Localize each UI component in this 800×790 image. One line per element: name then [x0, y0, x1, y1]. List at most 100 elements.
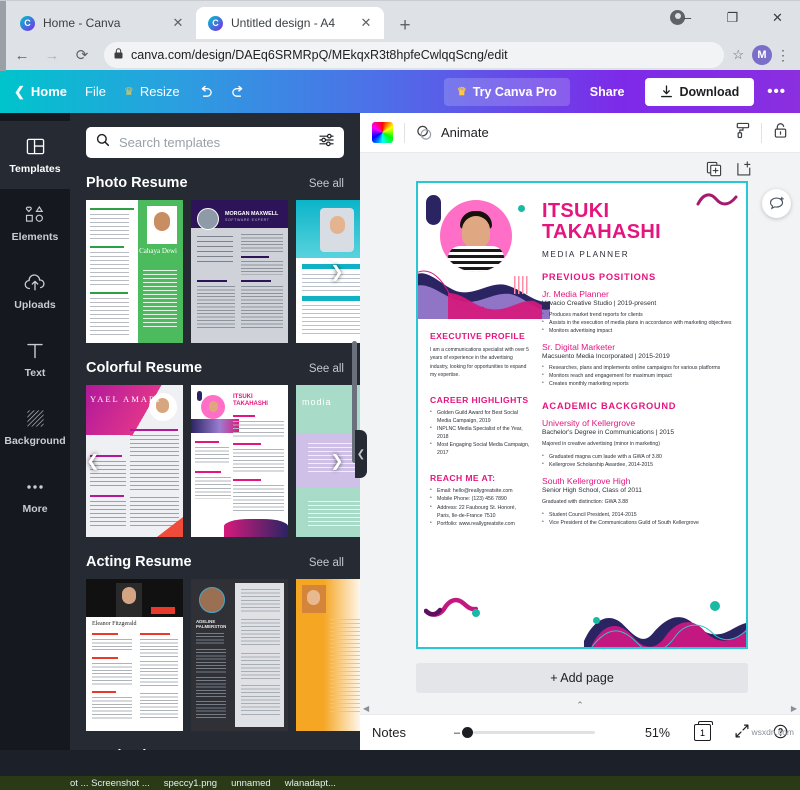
editor-toolbar: Animate [360, 113, 800, 153]
resume-main-column: ITSUKI TAKAHASHI MEDIA PLANNER PREVIOUS … [542, 201, 734, 527]
browser-tab-home[interactable]: C Home - Canva ✕ [8, 7, 196, 39]
sidebar-item-text[interactable]: Text [0, 325, 70, 393]
redo-button[interactable] [231, 84, 246, 99]
school-bullets: Graduated magna cum laude with a GWA of … [542, 453, 734, 469]
duplicate-page-icon[interactable] [706, 161, 722, 182]
redo-icon [231, 84, 246, 99]
template-thumbnail[interactable]: MORGAN MAXWELL SOFTWARE EXPERT [191, 200, 288, 343]
zoom-slider-knob[interactable] [462, 727, 473, 738]
section-title: Acting Resume [86, 554, 192, 570]
search-box[interactable] [86, 127, 344, 158]
filter-icon[interactable] [319, 133, 334, 152]
zoom-out-button[interactable]: – [454, 727, 460, 739]
school-bullet: Kellergrove Scholarship Awardee, 2014-20… [542, 461, 734, 469]
thumbnail-row: YAEL AMARI ❮ [86, 385, 344, 537]
window-close-button[interactable]: ✕ [755, 1, 800, 35]
try-canva-pro-button[interactable]: ♛ Try Canva Pro [444, 78, 570, 106]
canvas-area[interactable]: ITSUKI TAKAHASHI MEDIA PLANNER PREVIOUS … [360, 153, 800, 702]
animate-button[interactable]: Animate [416, 125, 489, 141]
scroll-left-arrow[interactable]: ◀ [363, 704, 369, 713]
workspace: Templates Elements Uploads Text Backgrou… [0, 113, 800, 750]
zoom-slider[interactable]: – [454, 727, 595, 739]
page-count-button[interactable]: 1 [694, 724, 711, 741]
career-highlight-list: Golden Guild Award for Best Social Media… [430, 409, 530, 457]
add-page-icon[interactable] [736, 161, 752, 182]
resume-side-column: EXECUTIVE PROFILE I am a communications … [430, 331, 530, 528]
school-bullet: Vice President of the Communications Gui… [542, 519, 734, 527]
scroll-right-arrow[interactable]: ▶ [791, 704, 797, 713]
striped-shirt-shape [448, 246, 504, 272]
reload-icon[interactable]: ⟳ [68, 46, 96, 64]
minimize-button[interactable]: – [665, 1, 710, 35]
panel-collapse-handle[interactable]: ❮ [355, 430, 367, 478]
sidebar-item-templates[interactable]: Templates [0, 121, 70, 189]
address-bar[interactable]: canva.com/design/DAEq6SRMRpQ/MEkqxR3t8hp… [104, 42, 724, 68]
lock-icon[interactable] [773, 122, 788, 144]
sidebar-item-more[interactable]: More [0, 461, 70, 529]
see-all-link[interactable]: See all [309, 557, 344, 569]
sidebar-item-uploads[interactable]: Uploads [0, 257, 70, 325]
template-thumbnail[interactable]: Cahaya Dewi [86, 200, 183, 343]
fullscreen-icon[interactable] [735, 724, 749, 741]
avatar[interactable]: M [752, 45, 772, 65]
design-canvas-page[interactable]: ITSUKI TAKAHASHI MEDIA PLANNER PREVIOUS … [416, 181, 748, 649]
taskbar-item[interactable]: wlanadapt... [285, 778, 336, 789]
canva-favicon-icon: C [20, 16, 35, 31]
new-tab-button[interactable]: + [392, 16, 418, 35]
section-acting-resume: Acting Resume See all Eleanor Fitzgerald [70, 554, 360, 731]
see-all-link[interactable]: See all [309, 178, 344, 190]
file-menu-button[interactable]: File [85, 84, 106, 99]
bookmark-star-icon[interactable]: ☆ [732, 47, 744, 63]
forward-icon[interactable]: → [38, 47, 66, 64]
comment-icon[interactable] [762, 189, 791, 218]
template-thumbnail[interactable]: Eleanor Fitzgerald [86, 579, 183, 731]
taskbar-item[interactable]: speccy1.png [164, 778, 217, 789]
try-pro-label: Try Canva Pro [473, 85, 557, 99]
job-bullet: Monitors advertising impact [542, 327, 734, 335]
template-name: Eleanor Fitzgerald [92, 621, 136, 627]
zoom-level[interactable]: 51% [645, 726, 670, 740]
paint-roller-icon[interactable] [734, 122, 750, 144]
home-button[interactable]: ❮ Home [14, 84, 67, 100]
taskbar-item[interactable]: ot ... Screenshot ... [70, 778, 150, 789]
school-note: Graduated with distinction: GWA 3.88 [542, 499, 734, 507]
template-thumbnail[interactable]: ❯ [296, 579, 360, 731]
prev-templates-arrow[interactable]: ❮ [86, 450, 104, 472]
see-all-link[interactable]: See all [309, 363, 344, 375]
contact-item: Mobile Phone: (123) 456 7890 [430, 495, 530, 503]
more-options-button[interactable]: ••• [761, 79, 792, 104]
undo-button[interactable] [198, 84, 213, 99]
download-button[interactable]: Download [645, 78, 755, 106]
template-thumbnail[interactable]: ADELINE PALMERSTON [191, 579, 288, 731]
bottom-bar: Notes – 51% 1 wsxdn.com [360, 714, 800, 750]
toolbar-divider [761, 123, 762, 143]
search-input[interactable] [119, 135, 310, 150]
next-templates-arrow[interactable]: ❯ [326, 261, 348, 283]
share-button[interactable]: Share [577, 78, 638, 106]
browser-tab-untitled-design[interactable]: C Untitled design - A4 ✕ [196, 7, 384, 39]
crown-icon: ♛ [457, 85, 467, 98]
career-highlight-item: Most Engaging Social Media Campaign, 201… [430, 441, 530, 457]
job-bullet: Assists in the execution of media plans … [542, 319, 734, 327]
home-label: Home [31, 84, 67, 99]
notes-button[interactable]: Notes [372, 725, 406, 740]
close-icon[interactable]: ✕ [170, 15, 186, 31]
add-page-button[interactable]: + Add page [416, 663, 748, 693]
maximize-button[interactable]: ❐ [710, 1, 755, 35]
resize-button[interactable]: ♛ Resize [124, 84, 180, 99]
notes-pull-handle[interactable]: ⌃ [544, 700, 616, 712]
horizontal-scrollbar[interactable]: ◀ ⌃ ▶ [360, 702, 800, 714]
close-icon[interactable]: ✕ [358, 15, 374, 31]
next-templates-arrow[interactable]: ❯ [326, 450, 348, 472]
contact-item: Portfolio: www.reallygreatsite.com [430, 520, 530, 528]
thumbnail-row: Cahaya Dewi MORGAN MAXWELL SOFTWARE EXPE… [86, 200, 344, 343]
back-icon[interactable]: ← [8, 47, 36, 64]
sidebar-item-background[interactable]: Background [0, 393, 70, 461]
sidebar-item-elements[interactable]: Elements [0, 189, 70, 257]
zoom-slider-rail[interactable] [473, 731, 595, 734]
taskbar-item[interactable]: unnamed [231, 778, 271, 789]
template-thumbnail[interactable]: ITSUKI TAKAHASHI [191, 385, 288, 537]
browser-menu-icon[interactable]: ⋮ [774, 47, 792, 64]
template-thumbnail[interactable]: YAEL AMARI ❮ [86, 385, 183, 537]
color-picker-icon[interactable] [372, 122, 393, 143]
